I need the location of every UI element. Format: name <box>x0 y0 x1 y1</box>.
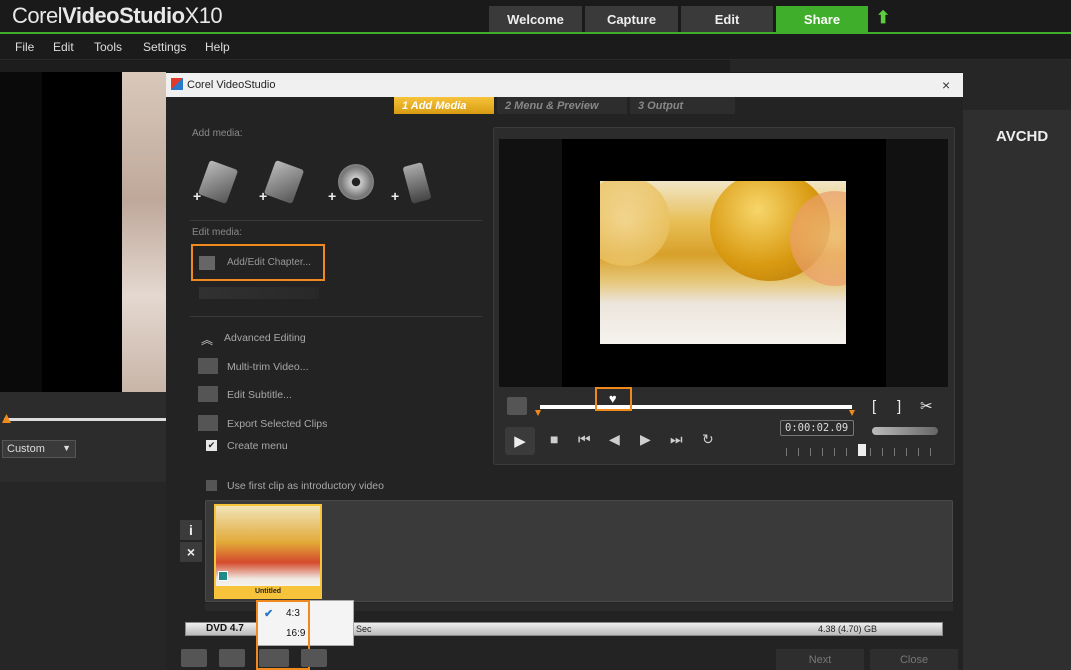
add-vsp-project-icon[interactable]: + <box>259 159 305 206</box>
duration-label: Sec <box>356 624 372 634</box>
go-to-end-icon[interactable]: ⏭ <box>670 431 683 448</box>
repeat-icon[interactable]: ↻ <box>702 431 714 448</box>
create-menu-label: Create menu <box>227 440 288 452</box>
step-output[interactable]: 3 Output <box>630 97 735 114</box>
mark-in-button[interactable]: [ <box>872 398 876 415</box>
tab-edit[interactable]: Edit <box>681 6 773 32</box>
scrub-track[interactable] <box>540 405 852 409</box>
share-arrow-icon: ⬆ <box>876 8 891 27</box>
create-menu-checkbox[interactable]: ✔ <box>206 440 217 451</box>
divider <box>190 316 482 317</box>
disabled-menu-item <box>199 287 319 299</box>
background-strip <box>730 60 963 72</box>
preview-letterbox-right <box>886 139 948 387</box>
menu-tools[interactable]: Tools <box>94 40 122 54</box>
clip-thumbnail[interactable] <box>214 504 322 599</box>
scissors-icon[interactable]: ✂ <box>920 397 933 415</box>
remove-clip-button[interactable]: × <box>180 542 202 562</box>
intro-video-checkbox[interactable] <box>206 480 217 491</box>
dialog-titlebar <box>166 73 963 97</box>
chevron-down-icon: ▼ <box>62 443 71 453</box>
add-media-heading: Add media: <box>192 128 243 139</box>
tab-share[interactable]: Share <box>776 6 868 32</box>
next-button[interactable]: Next <box>776 649 864 670</box>
background-panel <box>0 482 166 670</box>
next-frame-icon[interactable]: ▶ <box>640 431 651 448</box>
preset-select[interactable]: Custom ▼ <box>2 440 76 458</box>
dialog-title: Corel VideoStudio <box>187 79 276 91</box>
volume-slider[interactable] <box>872 427 938 435</box>
tab-welcome[interactable]: Welcome <box>489 6 582 32</box>
mark-out-button[interactable]: ] <box>897 398 901 415</box>
add-mobile-device-icon[interactable]: + <box>391 160 437 206</box>
subtitle-icon <box>198 386 218 402</box>
background-scrub-track[interactable] <box>4 418 166 421</box>
clip-title: Untitled <box>216 586 320 597</box>
close-button[interactable]: Close <box>870 649 958 670</box>
close-icon[interactable]: × <box>942 77 950 93</box>
clip-type-badge <box>218 571 228 581</box>
add-disc-icon[interactable]: + <box>328 160 374 206</box>
project-settings-icon[interactable] <box>181 649 207 667</box>
menu-edit[interactable]: Edit <box>53 40 74 54</box>
play-icon[interactable]: ▶ <box>505 427 535 455</box>
menu-settings[interactable]: Settings <box>143 40 186 54</box>
menu-file[interactable]: File <box>15 40 34 54</box>
background-preview-image <box>122 72 166 392</box>
edit-subtitle-item[interactable]: Edit Subtitle... <box>227 389 292 401</box>
step-add-media[interactable]: 1 Add Media <box>394 97 494 114</box>
format-avchd[interactable]: AVCHD <box>996 128 1048 145</box>
tab-capture[interactable]: Capture <box>585 6 678 32</box>
export-selected-clips-item[interactable]: Export Selected Clips <box>227 418 327 430</box>
chevron-up-icon[interactable]: ︽ <box>201 331 213 348</box>
add-video-icon[interactable]: + <box>193 159 239 206</box>
background-preview-controls <box>0 392 166 482</box>
share-options-panel <box>963 60 1071 670</box>
scrub-handle[interactable]: ♥ <box>609 391 617 406</box>
background-preview-letterbox <box>42 72 122 392</box>
go-to-start-icon[interactable]: ⏮ <box>578 431 591 448</box>
preview-video-frame <box>600 181 846 344</box>
divider <box>190 220 482 221</box>
intro-video-label: Use first clip as introductory video <box>227 480 384 492</box>
corel-logo-icon <box>171 78 183 90</box>
share-options-header <box>963 60 1071 110</box>
disc-size-label: 4.38 (4.70) GB <box>818 624 878 634</box>
preview-letterbox-left <box>499 139 562 387</box>
chapter-icon <box>199 256 215 270</box>
multi-trim-video-item[interactable]: Multi-trim Video... <box>227 361 309 373</box>
aspect-ratio-icon[interactable] <box>259 649 289 667</box>
previous-frame-icon[interactable]: ◀ <box>609 431 620 448</box>
step-menu-preview[interactable]: 2 Menu & Preview <box>497 97 627 114</box>
disc-type-label[interactable]: DVD 4.7 <box>206 623 244 634</box>
menu-help[interactable]: Help <box>205 40 230 54</box>
export-clips-icon <box>198 415 218 431</box>
edit-media-heading: Edit media: <box>192 227 243 238</box>
stop-icon[interactable]: ■ <box>550 431 558 447</box>
preview-mode-button[interactable] <box>507 397 527 415</box>
advanced-editing-toggle[interactable]: Advanced Editing <box>224 332 306 344</box>
disc-burner-icon[interactable] <box>301 649 327 667</box>
preferences-gear-icon[interactable] <box>219 649 245 667</box>
timecode-field[interactable]: 0:00:02.09 <box>780 420 854 436</box>
app-title: CorelVideoStudioX10 <box>12 3 223 28</box>
shuttle-knob[interactable] <box>858 444 866 456</box>
multi-trim-icon <box>198 358 218 374</box>
clip-info-button[interactable]: i <box>180 520 202 540</box>
add-edit-chapter-label: Add/Edit Chapter... <box>227 257 311 268</box>
